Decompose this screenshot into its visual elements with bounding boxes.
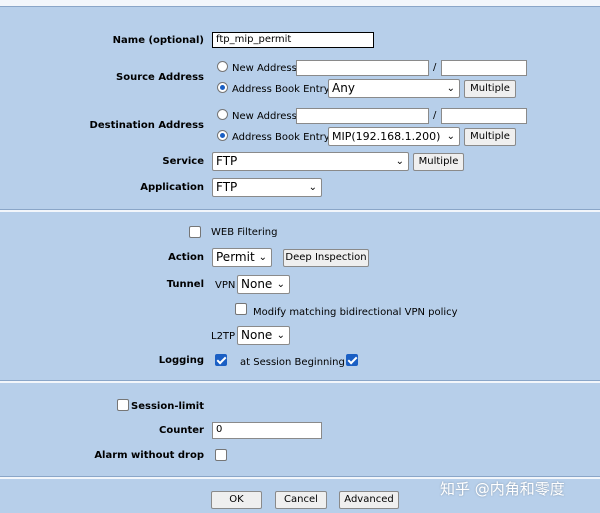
vpn-label: VPN bbox=[215, 280, 236, 291]
action-select[interactable]: Permit ⌄ bbox=[212, 248, 272, 267]
counter-input[interactable]: 0 bbox=[212, 422, 322, 439]
destination-new-address-mask-input[interactable] bbox=[441, 108, 527, 124]
source-address-book-label: Address Book Entry bbox=[232, 84, 330, 95]
chevron-down-icon: ⌄ bbox=[446, 131, 455, 142]
chevron-down-icon: ⌄ bbox=[446, 83, 455, 94]
cancel-button[interactable]: Cancel bbox=[275, 491, 327, 509]
destination-address-book-label: Address Book Entry bbox=[232, 132, 330, 143]
chevron-down-icon: ⌄ bbox=[276, 279, 285, 290]
session-limit-checkbox[interactable] bbox=[117, 399, 129, 411]
advanced-button[interactable]: Advanced bbox=[339, 491, 399, 509]
name-label: Name (optional) bbox=[112, 35, 204, 46]
destination-new-address-label: New Address bbox=[232, 111, 297, 122]
destination-new-address-ip-input[interactable] bbox=[296, 108, 429, 124]
service-select[interactable]: FTP ⌄ bbox=[212, 152, 409, 171]
chevron-down-icon: ⌄ bbox=[276, 330, 285, 341]
chevron-down-icon: ⌄ bbox=[258, 252, 267, 263]
alarm-without-drop-checkbox[interactable] bbox=[215, 449, 227, 461]
source-multiple-button[interactable]: Multiple bbox=[464, 80, 516, 98]
chevron-down-icon: ⌄ bbox=[308, 182, 317, 193]
destination-multiple-button[interactable]: Multiple bbox=[464, 128, 516, 146]
watermark: 知乎 @内角和零度 bbox=[440, 480, 565, 498]
logging-checkbox[interactable] bbox=[215, 354, 227, 366]
web-filtering-checkbox[interactable] bbox=[189, 226, 201, 238]
source-address-select[interactable]: Any ⌄ bbox=[328, 79, 460, 98]
destination-address-label: Destination Address bbox=[89, 120, 204, 131]
source-slash: / bbox=[433, 62, 437, 73]
source-new-address-radio[interactable] bbox=[217, 61, 228, 72]
session-beginning-label: at Session Beginning bbox=[240, 357, 345, 368]
name-input[interactable]: ftp_mip_permit bbox=[212, 32, 374, 48]
session-beginning-checkbox[interactable] bbox=[346, 354, 358, 366]
l2tp-label: L2TP bbox=[211, 331, 236, 342]
counter-label: Counter bbox=[159, 425, 204, 436]
source-new-address-mask-input[interactable] bbox=[441, 60, 527, 76]
chevron-down-icon: ⌄ bbox=[395, 156, 404, 167]
top-divider bbox=[0, 0, 600, 7]
l2tp-select[interactable]: None ⌄ bbox=[237, 326, 290, 345]
source-address-label: Source Address bbox=[116, 72, 204, 83]
service-label: Service bbox=[162, 156, 204, 167]
destination-new-address-radio[interactable] bbox=[217, 109, 228, 120]
source-address-book-radio[interactable] bbox=[217, 82, 228, 93]
web-filtering-label: WEB Filtering bbox=[211, 227, 278, 238]
destination-address-select[interactable]: MIP(192.168.1.200) ⌄ bbox=[328, 127, 460, 146]
destination-slash: / bbox=[433, 110, 437, 121]
logging-label: Logging bbox=[158, 355, 204, 366]
tunnel-label: Tunnel bbox=[166, 279, 204, 290]
modify-vpn-checkbox[interactable] bbox=[235, 303, 247, 315]
action-label: Action bbox=[168, 252, 204, 263]
application-select[interactable]: FTP ⌄ bbox=[212, 178, 322, 197]
vpn-select[interactable]: None ⌄ bbox=[237, 275, 290, 294]
destination-address-book-radio[interactable] bbox=[217, 130, 228, 141]
session-limit-label: Session-limit bbox=[131, 401, 204, 412]
deep-inspection-button[interactable]: Deep Inspection bbox=[283, 249, 369, 267]
source-new-address-ip-input[interactable] bbox=[296, 60, 429, 76]
section-divider bbox=[0, 380, 600, 383]
source-new-address-label: New Address bbox=[232, 63, 297, 74]
ok-button[interactable]: OK bbox=[211, 491, 262, 509]
alarm-without-drop-label: Alarm without drop bbox=[94, 450, 204, 461]
policy-edit-form: Name (optional) ftp_mip_permit Source Ad… bbox=[0, 0, 600, 513]
application-label: Application bbox=[140, 182, 204, 193]
modify-vpn-label: Modify matching bidirectional VPN policy bbox=[253, 307, 458, 318]
section-divider bbox=[0, 209, 600, 212]
service-multiple-button[interactable]: Multiple bbox=[413, 153, 464, 171]
